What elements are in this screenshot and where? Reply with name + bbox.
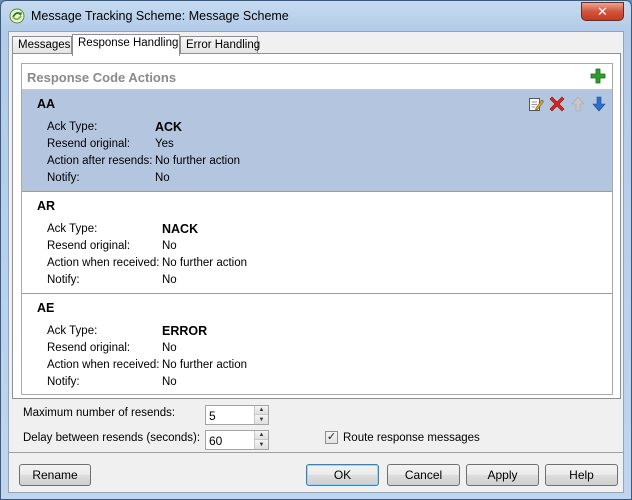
field-label: Notify: xyxy=(47,172,80,184)
field-label: Action when received: xyxy=(47,359,160,371)
group-header: Response Code Actions xyxy=(22,64,612,89)
field-label: Resend original: xyxy=(47,342,131,354)
spin-down-button[interactable]: ▼ xyxy=(255,440,268,449)
response-code-actions-group: Response Code Actions AA Ack Type: ACK R… xyxy=(21,63,613,395)
delay-stepper[interactable]: 60 ▲ ▼ xyxy=(205,430,269,450)
max-resends-stepper[interactable]: 5 ▲ ▼ xyxy=(205,405,269,425)
response-code: AA xyxy=(37,97,56,111)
ack-type-value: ACK xyxy=(155,120,183,134)
spin-down-button[interactable]: ▼ xyxy=(255,415,268,424)
move-down-icon[interactable] xyxy=(591,96,607,112)
field-label: Ack Type: xyxy=(47,121,98,133)
item-toolbar xyxy=(528,96,608,114)
field-label: Notify: xyxy=(47,274,80,286)
close-button[interactable]: ✕ xyxy=(581,2,624,21)
field-value: No xyxy=(162,342,177,354)
edit-icon[interactable] xyxy=(528,96,544,112)
field-value: No xyxy=(162,274,177,286)
help-button[interactable]: Help xyxy=(545,464,618,486)
list-item-ar[interactable]: AR Ack Type: NACK Resend original: No Ac… xyxy=(22,192,612,294)
tab-response-handling[interactable]: Response Handling xyxy=(72,34,180,56)
field-label: Resend original: xyxy=(47,240,131,252)
max-resends-value[interactable]: 5 xyxy=(209,409,216,423)
field-value: Yes xyxy=(155,138,174,150)
field-value: No xyxy=(162,240,177,252)
field-value: No xyxy=(162,376,177,388)
arrow-down-icon: ▼ xyxy=(258,416,265,423)
field-label: Ack Type: xyxy=(47,223,98,235)
delay-label: Delay between resends (seconds): xyxy=(23,432,201,444)
list-item-ae[interactable]: AE Ack Type: ERROR Resend original: No A… xyxy=(22,294,612,394)
field-label: Notify: xyxy=(47,376,80,388)
cancel-button[interactable]: Cancel xyxy=(387,464,460,486)
add-icon[interactable] xyxy=(590,68,606,84)
dialog-client: Messages Response Handling Error Handlin… xyxy=(8,31,624,493)
field-value: No further action xyxy=(162,257,248,269)
route-response-checkbox[interactable]: ✓ xyxy=(325,431,338,444)
response-code-list: AA Ack Type: ACK Resend original: Yes Ac… xyxy=(22,89,612,394)
apply-button[interactable]: Apply xyxy=(466,464,539,486)
rename-button[interactable]: Rename xyxy=(19,464,91,486)
response-handling-panel: Response Code Actions AA Ack Type: ACK R… xyxy=(12,53,621,399)
ack-type-value: NACK xyxy=(162,222,199,236)
field-label: Resend original: xyxy=(47,138,131,150)
move-up-icon xyxy=(571,96,585,112)
window-title: Message Tracking Scheme: Message Scheme xyxy=(31,9,289,23)
delay-value[interactable]: 60 xyxy=(209,434,222,448)
spin-up-button[interactable]: ▲ xyxy=(255,406,268,415)
ok-button[interactable]: OK xyxy=(306,464,379,486)
title-bar[interactable]: Message Tracking Scheme: Message Scheme … xyxy=(1,1,631,31)
group-title: Response Code Actions xyxy=(27,70,177,85)
spin-buttons: ▲ ▼ xyxy=(254,431,268,449)
response-code: AE xyxy=(37,301,55,315)
delete-icon[interactable] xyxy=(549,96,565,112)
field-label: Action after resends: xyxy=(47,155,153,167)
field-label: Ack Type: xyxy=(47,325,98,337)
response-code: AR xyxy=(37,199,56,213)
spin-up-button[interactable]: ▲ xyxy=(255,431,268,440)
app-icon xyxy=(9,8,25,24)
spin-buttons: ▲ ▼ xyxy=(254,406,268,424)
tab-messages[interactable]: Messages xyxy=(12,36,72,54)
ack-type-value: ERROR xyxy=(162,324,208,338)
close-icon: ✕ xyxy=(597,3,608,19)
arrow-up-icon: ▲ xyxy=(258,407,265,413)
max-resends-label: Maximum number of resends: xyxy=(23,407,176,419)
dialog-window: Message Tracking Scheme: Message Scheme … xyxy=(0,0,632,500)
tab-error-handling[interactable]: Error Handling xyxy=(180,36,260,54)
field-label: Action when received: xyxy=(47,257,160,269)
field-value: No xyxy=(155,172,170,184)
divider xyxy=(9,452,623,453)
route-response-label[interactable]: Route response messages xyxy=(343,432,480,444)
field-value: No further action xyxy=(155,155,241,167)
arrow-down-icon: ▼ xyxy=(258,441,265,448)
field-value: No further action xyxy=(162,359,248,371)
arrow-up-icon: ▲ xyxy=(258,432,265,438)
list-item-aa[interactable]: AA Ack Type: ACK Resend original: Yes Ac… xyxy=(22,90,612,192)
